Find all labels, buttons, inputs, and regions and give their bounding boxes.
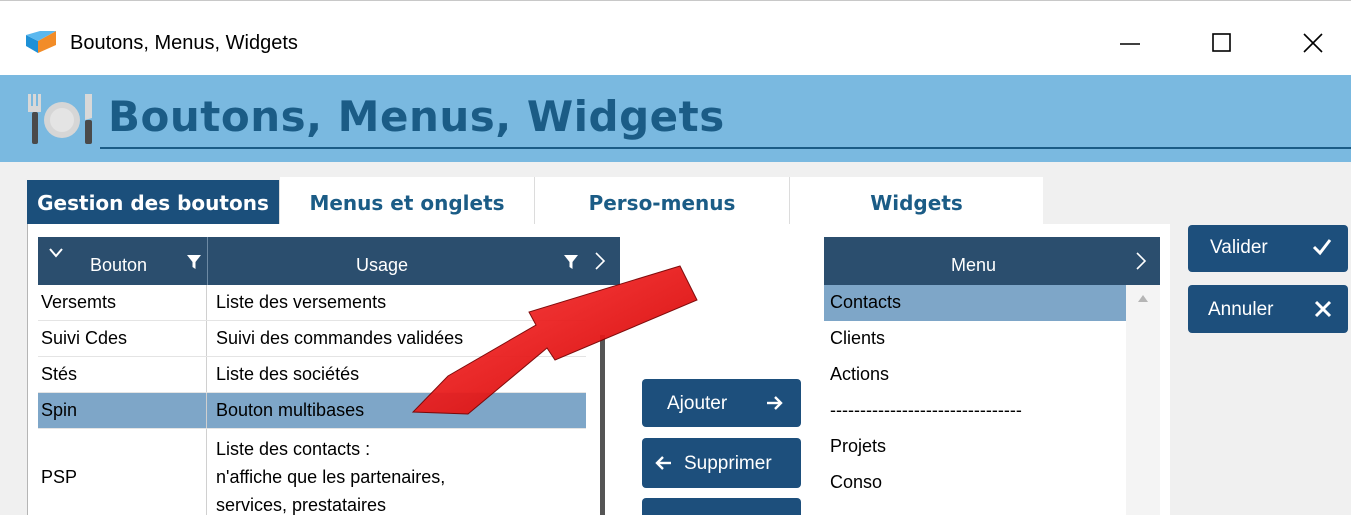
annotation-arrow-icon: [411, 265, 698, 415]
app-window: Boutons, Menus, Widgets Boutons, Menus, …: [0, 0, 1351, 515]
